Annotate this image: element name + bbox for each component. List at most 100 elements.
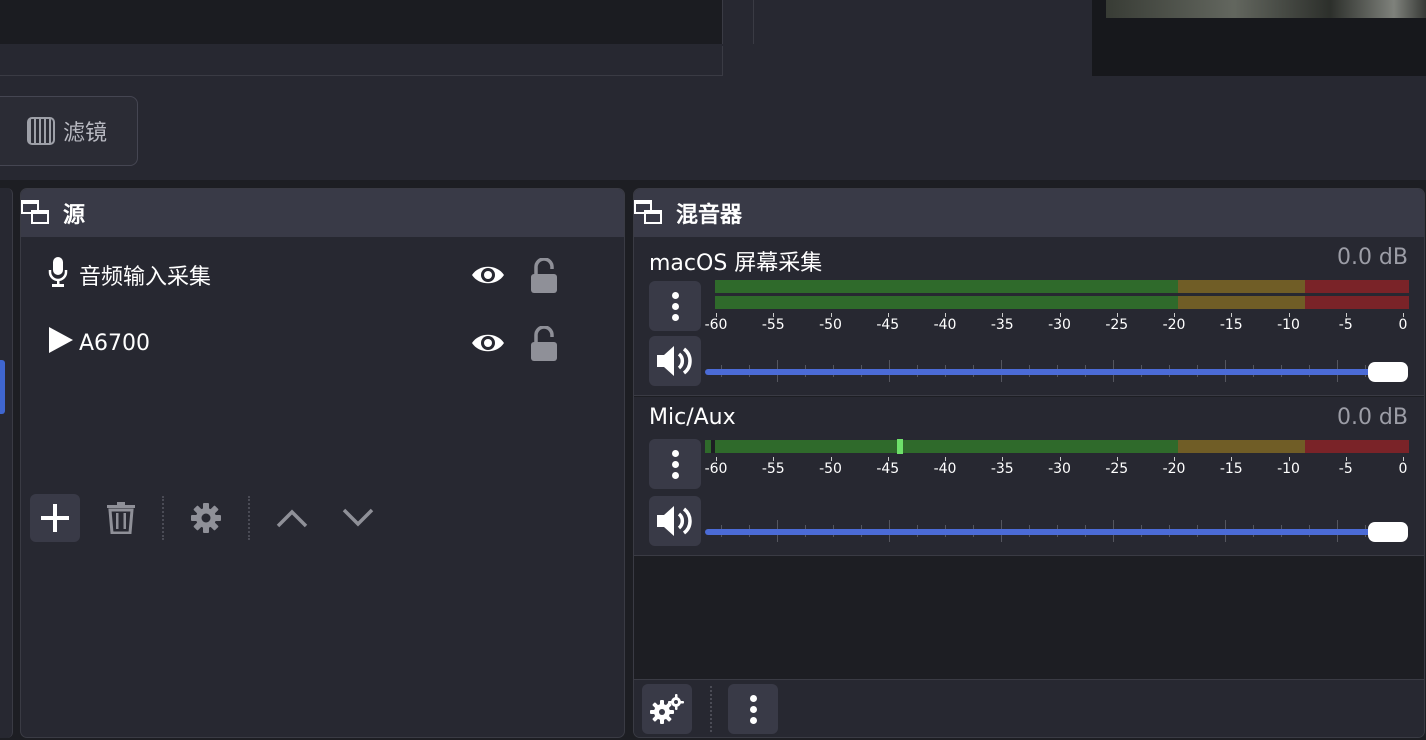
mute-button[interactable] xyxy=(649,336,701,386)
volume-slider[interactable] xyxy=(705,529,1407,535)
channel-name: macOS 屏幕采集 xyxy=(649,251,823,276)
meter-scale-tick xyxy=(1345,313,1347,317)
play-icon xyxy=(47,326,75,360)
meter-scale-tick xyxy=(830,457,832,461)
meter-scale-label: 0 xyxy=(1398,317,1408,333)
meter-scale-tick xyxy=(1231,313,1233,317)
meter-scale-tick xyxy=(1345,457,1347,461)
meter-scale-label: -20 xyxy=(1162,461,1186,477)
trash-icon xyxy=(107,502,135,534)
meter-scale-tick xyxy=(716,313,717,317)
meter-scale-tick xyxy=(1174,457,1175,461)
meter-scale-tick xyxy=(887,457,889,461)
mixer-channel: macOS 屏幕采集 0.0 dB -60 -55 -50 -45 -40 -35 -30-… xyxy=(634,237,1424,396)
remove-source-button[interactable] xyxy=(96,494,146,542)
meter-scale-label: -15 xyxy=(1219,317,1243,333)
move-source-up-button[interactable] xyxy=(267,494,317,542)
filters-button[interactable]: 滤镜 xyxy=(0,96,138,166)
toolbar-separator xyxy=(248,496,250,540)
meter-scale-label: -45 xyxy=(876,461,900,477)
volume-meter-left xyxy=(715,280,1409,293)
channel-db-value: 0.0 dB xyxy=(1336,245,1408,270)
source-label: 音频输入采集 xyxy=(79,265,212,290)
meter-scale-tick xyxy=(1288,313,1290,317)
meter-scale-tick xyxy=(830,313,832,317)
gear-icon xyxy=(191,503,221,533)
meter-scale-tick xyxy=(887,313,889,317)
meter-scale-tick xyxy=(1002,313,1004,317)
advanced-audio-properties-button[interactable] xyxy=(642,684,692,734)
meter-scale-tick xyxy=(773,457,775,461)
selected-scene-indicator xyxy=(0,360,5,414)
mute-button[interactable] xyxy=(649,496,701,546)
channel-menu-button[interactable] xyxy=(649,281,701,331)
meter-scale-tick xyxy=(1116,457,1118,461)
source-properties-button[interactable] xyxy=(181,494,231,542)
scenes-panel-edge xyxy=(0,188,13,738)
volume-slider-handle[interactable] xyxy=(1368,522,1408,542)
volume-slider-handle[interactable] xyxy=(1368,362,1408,382)
context-toolbar xyxy=(0,84,1426,180)
sources-dock: 源 音频输入采集 A6700 xyxy=(20,188,625,738)
move-source-down-button[interactable] xyxy=(333,494,383,542)
speaker-icon xyxy=(657,506,692,536)
meter-scale-label: -30 xyxy=(1048,461,1071,477)
chevron-down-icon xyxy=(342,508,374,527)
meter-scale-tick xyxy=(1231,457,1233,461)
program-preview xyxy=(0,0,723,44)
microphone-icon xyxy=(47,256,69,294)
meter-scale-tick xyxy=(1116,313,1118,317)
meter-scale-tick xyxy=(716,457,717,461)
meter-scale-label: -35 xyxy=(990,461,1014,477)
meter-scale-label: -5 xyxy=(1338,461,1353,477)
volume-meter xyxy=(705,440,1409,453)
visibility-eye-icon[interactable] xyxy=(471,332,505,354)
channel-db-value: 0.0 dB xyxy=(1336,405,1408,430)
meter-scale-label: -40 xyxy=(933,317,957,333)
source-label: A6700 xyxy=(79,330,151,356)
channel-menu-button[interactable] xyxy=(649,439,701,489)
speaker-icon xyxy=(657,346,692,376)
mixer-channels: macOS 屏幕采集 0.0 dB -60 -55 -50 -45 -40 -35 -30-… xyxy=(634,237,1424,679)
meter-scale-tick xyxy=(1059,313,1061,317)
meter-scale-tick xyxy=(945,457,946,461)
meter-scale-tick xyxy=(773,313,775,317)
meter-scale-tick xyxy=(945,313,946,317)
toolbar-separator xyxy=(162,496,164,540)
audio-mixer-dock: 混音器 macOS 屏幕采集 0.0 dB -60 -55 -50 -45 -40 -35… xyxy=(633,188,1425,738)
meter-scale-label: -50 xyxy=(819,461,842,477)
meter-scale: -60 -55 -50 -45 -40 -35 -30 -25 -20 -15 -10 -5 0 xyxy=(704,313,1424,333)
meter-scale-label: -25 xyxy=(1105,317,1129,333)
mixer-channel: Mic/Aux 0.0 dB -60 -55 -50 -45 -40 -35 -30 -25-… xyxy=(634,397,1424,556)
preview-scroll-area xyxy=(723,0,754,44)
lock-icon[interactable] xyxy=(530,325,558,361)
toolbar-separator xyxy=(710,686,712,732)
meter-scale-label: -60 xyxy=(704,317,728,333)
meter-scale-label: -25 xyxy=(1105,461,1129,477)
meter-scale-tick xyxy=(1174,313,1175,317)
mixer-menu-button[interactable] xyxy=(728,684,778,734)
lock-icon[interactable] xyxy=(530,257,558,293)
meter-scale-label: -45 xyxy=(876,317,900,333)
visibility-eye-icon[interactable] xyxy=(471,264,505,286)
source-item[interactable]: 音频输入采集 xyxy=(21,245,624,305)
meter-scale-tick xyxy=(1059,457,1061,461)
meter-scale-tick xyxy=(1288,457,1290,461)
meter-scale-tick xyxy=(1403,313,1404,317)
add-source-button[interactable] xyxy=(30,494,80,542)
meter-scale-label: -60 xyxy=(704,461,728,477)
meter-scale-label: -5 xyxy=(1338,317,1353,333)
volume-slider[interactable] xyxy=(705,369,1407,375)
source-item[interactable]: A6700 xyxy=(21,313,624,373)
dock-float-icon[interactable] xyxy=(21,198,53,228)
meter-scale-label: -40 xyxy=(933,461,957,477)
camera-preview-image xyxy=(1106,0,1426,18)
sources-list: 音频输入采集 A6700 xyxy=(21,237,624,667)
sources-title-bar: 源 xyxy=(21,189,624,237)
meter-scale-label: -30 xyxy=(1048,317,1071,333)
mixer-toolbar xyxy=(634,679,1424,737)
channel-name: Mic/Aux xyxy=(649,405,736,430)
peak-indicator xyxy=(897,439,903,454)
meter-scale: -60 -55 -50 -45 -40 -35 -30 -25 -20 -15 -10 -5 0 xyxy=(704,457,1424,477)
dock-float-icon[interactable] xyxy=(634,198,666,228)
